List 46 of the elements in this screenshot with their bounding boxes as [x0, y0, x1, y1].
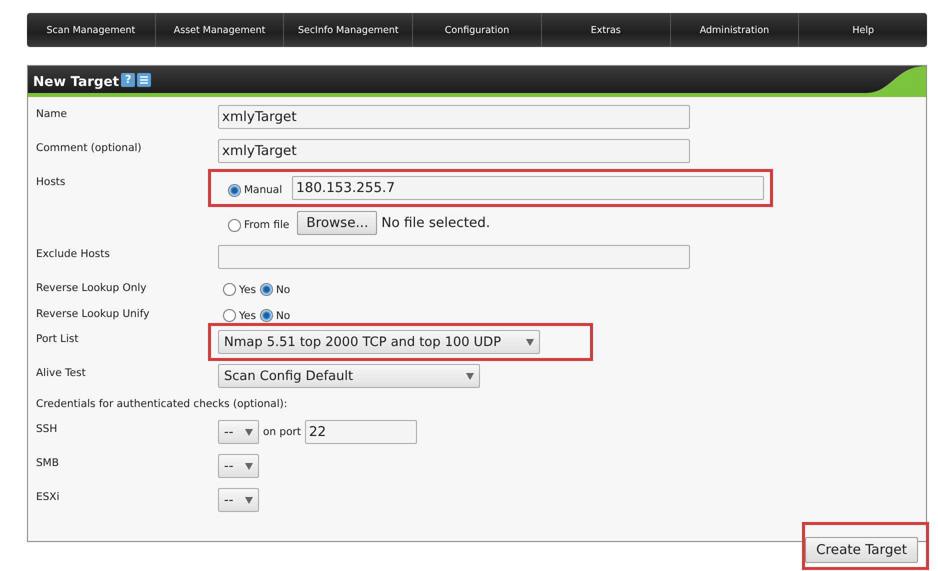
dropdown-select[interactable]: Scan Config Default	[218, 364, 480, 388]
caret-icon	[466, 372, 474, 380]
field-label: SMB	[36, 456, 59, 469]
radio-option[interactable]: From file	[228, 214, 290, 232]
hosts-input-field[interactable]: 180.153.255.7	[292, 176, 764, 200]
radio-option[interactable]: No	[260, 279, 290, 296]
menu-item[interactable]: Administration	[670, 13, 800, 47]
caret-icon	[245, 428, 253, 436]
menu-item[interactable]: SecInfo Management	[284, 13, 414, 47]
caret-icon	[245, 462, 253, 470]
text-input-field[interactable]: xmlyTarget	[218, 105, 690, 129]
dropdown-select[interactable]: --	[218, 488, 259, 512]
caret-icon	[245, 496, 253, 504]
caret-icon	[526, 338, 534, 346]
menu-item[interactable]: Extras	[542, 13, 671, 47]
radio-option[interactable]: Manual	[228, 180, 282, 196]
field-label: Comment (optional)	[36, 141, 142, 154]
menu-item[interactable]: Scan Management	[27, 13, 156, 47]
field-label: Alive Test	[36, 366, 86, 379]
field-label: Exclude Hosts	[36, 247, 110, 260]
port-label: on port	[263, 426, 301, 438]
field-label: Reverse Lookup Unify	[36, 307, 150, 320]
dropdown-select[interactable]: Nmap 5.51 top 2000 TCP and top 100 UDP	[218, 330, 540, 354]
radio-option[interactable]: No	[260, 305, 290, 322]
menu-item[interactable]: Configuration	[413, 13, 542, 47]
file-status: No file selected.	[381, 215, 490, 231]
field-label: ESXi	[36, 490, 60, 503]
field-label: Reverse Lookup Only	[36, 281, 147, 294]
browse-button[interactable]: Browse...	[297, 211, 378, 235]
text-input-field[interactable]: xmlyTarget	[218, 139, 690, 163]
panel-title: New Target	[33, 74, 120, 90]
field-label: Hosts	[36, 175, 66, 188]
list-icon[interactable]	[137, 72, 152, 86]
menu-item[interactable]: Asset Management	[156, 13, 284, 47]
port-input-field[interactable]: 22	[304, 420, 417, 444]
radio-option[interactable]: Yes	[223, 305, 256, 322]
create-target-button[interactable]: Create Target	[805, 537, 918, 563]
field-label: SSH	[36, 422, 58, 435]
field-label: Name	[36, 107, 67, 120]
dropdown-select[interactable]: --	[218, 420, 259, 444]
dropdown-select[interactable]: --	[218, 454, 259, 478]
text-input-field[interactable]	[218, 245, 690, 269]
menu-item[interactable]: Help	[799, 13, 928, 47]
field-label: Port List	[36, 332, 79, 345]
section-heading: Credentials for authenticated checks (optional):	[36, 398, 288, 412]
radio-option[interactable]: Yes	[223, 279, 256, 296]
